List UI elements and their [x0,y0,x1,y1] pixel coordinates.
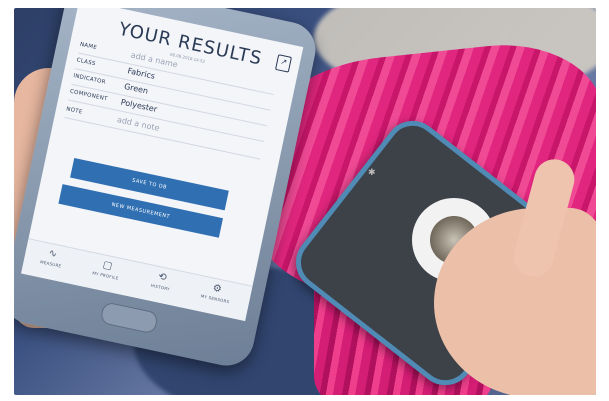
tab-my-sensors[interactable]: ⚙ MY SENSORS [190,278,243,306]
phone-home-button[interactable] [99,301,159,335]
share-export-icon[interactable]: ↗ [274,54,293,73]
tab-my-profile[interactable]: ▢ MY PROFILE [81,255,134,283]
phone-screen: YOUR RESULTS 06.06.2018 14:52 ↗ NAME add… [21,8,304,322]
tab-history[interactable]: ⟲ HISTORY [135,267,188,295]
field-label: INDICATOR [72,73,107,86]
tab-measure[interactable]: ∿ MEASURE [26,244,79,272]
field-label: NOTE [65,106,83,116]
field-label: NAME [79,41,98,52]
photo-scene: ✱ YOUR RESULTS 06.06.2018 14:52 ↗ NAME a… [14,8,596,395]
field-label: CLASS [75,57,97,68]
scanner-bluetooth-icon: ✱ [368,168,376,178]
